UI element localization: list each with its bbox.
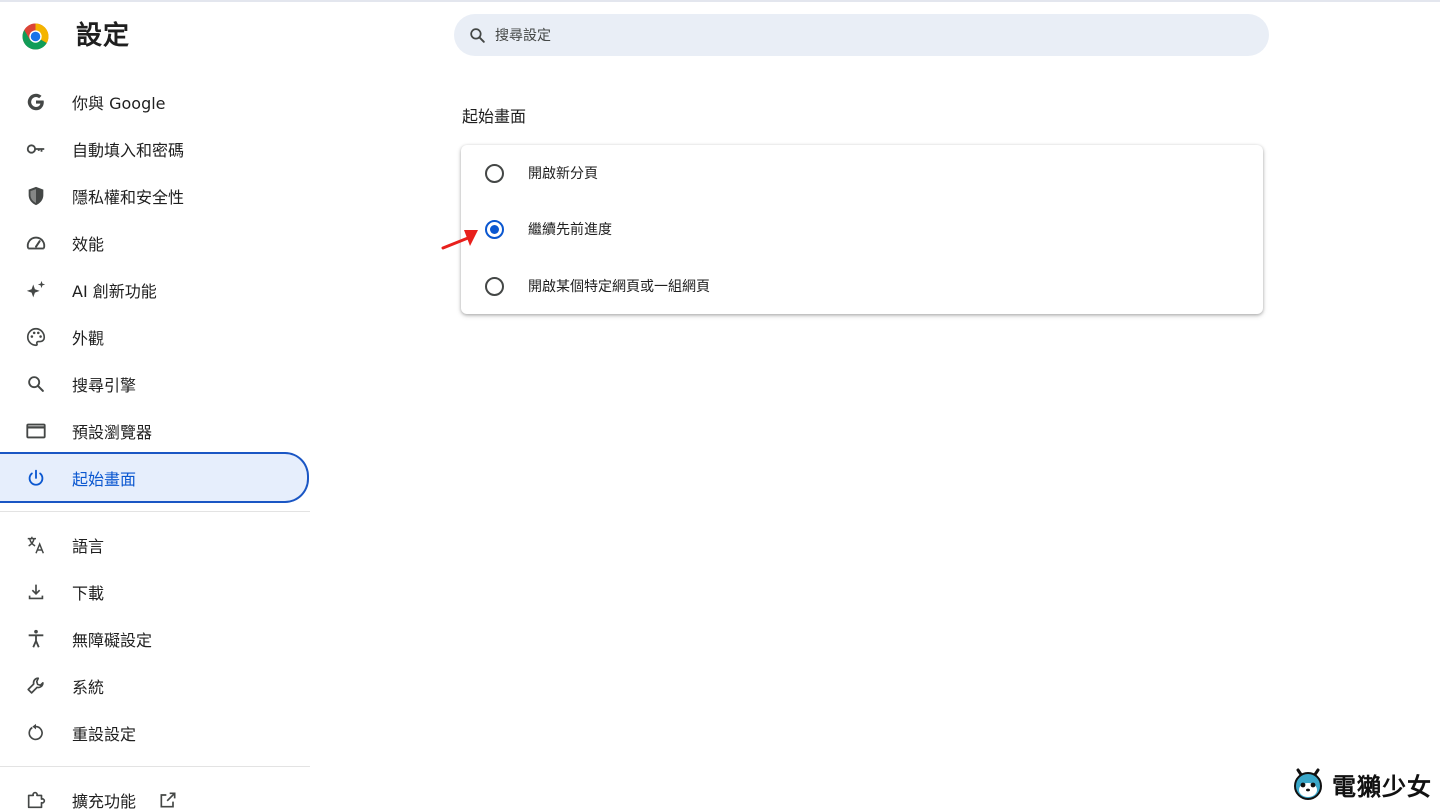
sidebar-item-accessibility[interactable]: 無障礙設定 bbox=[0, 615, 310, 662]
download-icon bbox=[25, 581, 47, 603]
watermark: 電獺少女 bbox=[1288, 762, 1432, 806]
sidebar-item-ai-features[interactable]: AI 創新功能 bbox=[0, 266, 310, 313]
sidebar-item-label: 下載 bbox=[72, 583, 105, 603]
startup-options-card: 開啟新分頁 繼續先前進度 開啟某個特定網頁或一組網頁 bbox=[461, 145, 1263, 314]
radio-option-label: 開啟某個特定網頁或一組網頁 bbox=[528, 279, 710, 295]
sidebar-item-label: 你與 Google bbox=[72, 93, 166, 113]
radio-option-continue[interactable]: 繼續先前進度 bbox=[461, 201, 1263, 257]
speedometer-icon bbox=[25, 232, 47, 254]
sidebar-item-appearance[interactable]: 外觀 bbox=[0, 313, 310, 360]
sidebar-divider bbox=[0, 766, 310, 767]
red-arrow-annotation-icon bbox=[441, 230, 478, 250]
sidebar-divider bbox=[0, 511, 310, 512]
browser-window-icon bbox=[25, 420, 47, 442]
wrench-icon bbox=[25, 675, 47, 697]
search-placeholder: 搜尋設定 bbox=[495, 28, 551, 44]
radio-option-label: 繼續先前進度 bbox=[528, 222, 612, 238]
sidebar-item-label: 外觀 bbox=[72, 328, 105, 348]
top-border bbox=[0, 0, 1440, 2]
translate-icon bbox=[25, 534, 47, 556]
sidebar-item-privacy[interactable]: 隱私權和安全性 bbox=[0, 172, 310, 219]
sidebar-item-autofill[interactable]: 自動填入和密碼 bbox=[0, 125, 310, 172]
watermark-text: 電獺少女 bbox=[1332, 772, 1432, 801]
search-icon bbox=[25, 373, 47, 395]
sidebar: 你與 Google 自動填入和密碼 隱私權和安全性 效能 AI 創新功能 外觀 bbox=[0, 78, 310, 810]
search-input[interactable]: 搜尋設定 bbox=[454, 14, 1269, 56]
sidebar-item-extensions[interactable]: 擴充功能 bbox=[0, 776, 310, 810]
google-g-icon bbox=[25, 91, 47, 113]
sidebar-item-label: 無障礙設定 bbox=[72, 630, 153, 650]
sidebar-item-label: 擴充功能 bbox=[72, 791, 137, 810]
reset-icon bbox=[25, 722, 47, 744]
puzzle-icon bbox=[25, 789, 47, 810]
power-icon bbox=[25, 467, 47, 489]
sidebar-item-label: 語言 bbox=[72, 536, 105, 556]
section-title: 起始畫面 bbox=[462, 107, 527, 126]
search-icon bbox=[470, 27, 485, 43]
sidebar-item-label: 重設設定 bbox=[72, 724, 137, 744]
sidebar-item-label: 自動填入和密碼 bbox=[72, 140, 185, 160]
sidebar-item-label: AI 創新功能 bbox=[72, 281, 157, 301]
sidebar-item-reset[interactable]: 重設設定 bbox=[0, 709, 310, 756]
accessibility-icon bbox=[25, 628, 47, 650]
sidebar-item-downloads[interactable]: 下載 bbox=[0, 568, 310, 615]
sidebar-item-system[interactable]: 系統 bbox=[0, 662, 310, 709]
radio-button[interactable] bbox=[485, 163, 504, 183]
external-link-icon bbox=[160, 792, 176, 807]
radio-option-label: 開啟新分頁 bbox=[528, 166, 598, 182]
sidebar-item-label: 隱私權和安全性 bbox=[72, 187, 185, 207]
palette-icon bbox=[25, 326, 47, 348]
radio-button[interactable] bbox=[485, 276, 504, 296]
radio-option-specific-pages[interactable]: 開啟某個特定網頁或一組網頁 bbox=[461, 258, 1263, 314]
page-title: 設定 bbox=[76, 21, 131, 51]
sidebar-item-label: 預設瀏覽器 bbox=[72, 422, 153, 442]
sparkle-icon bbox=[25, 279, 47, 301]
radio-button-selected[interactable] bbox=[485, 219, 504, 239]
sidebar-item-performance[interactable]: 效能 bbox=[0, 219, 310, 266]
chrome-logo-icon bbox=[22, 23, 49, 50]
sidebar-item-label: 搜尋引擎 bbox=[72, 375, 137, 395]
sidebar-item-label: 起始畫面 bbox=[72, 469, 137, 489]
sidebar-item-languages[interactable]: 語言 bbox=[0, 521, 310, 568]
sidebar-item-you-and-google[interactable]: 你與 Google bbox=[0, 78, 310, 125]
sidebar-item-on-startup[interactable]: 起始畫面 bbox=[0, 452, 309, 503]
radio-option-new-tab[interactable]: 開啟新分頁 bbox=[461, 145, 1263, 201]
shield-icon bbox=[25, 185, 47, 207]
sidebar-item-default-browser[interactable]: 預設瀏覽器 bbox=[0, 407, 310, 454]
otter-mascot-icon bbox=[1294, 768, 1322, 800]
sidebar-item-search-engine[interactable]: 搜尋引擎 bbox=[0, 360, 310, 407]
sidebar-item-label: 系統 bbox=[72, 677, 105, 697]
key-icon bbox=[25, 138, 47, 160]
sidebar-item-label: 效能 bbox=[72, 234, 105, 254]
